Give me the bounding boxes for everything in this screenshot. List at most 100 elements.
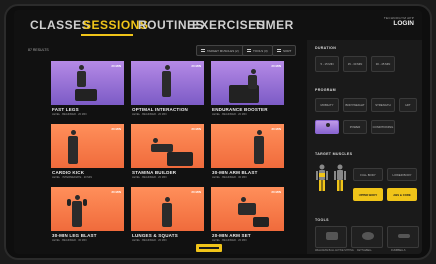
target-chip-selected[interactable]: UPPER BODY [353,188,383,201]
session-meta: LEVEL · BEGINNER · 30 MIN [52,239,87,242]
session-meta: LEVEL · BEGINNER · 20 MIN [212,113,247,116]
duration-chip[interactable]: 5 - 15 MIN [315,56,339,72]
session-duration: 20 MIN [271,190,281,194]
target-chip[interactable]: FULL BODY [353,168,383,181]
session-thumbnail: 20 MIN [131,124,204,168]
filter-panel: DURATION 5 - 15 MIN 15 - 30 MIN 30 - 45 … [307,40,422,254]
tool-caption: KETTLEBELL [357,249,372,252]
session-thumbnail: 30 MIN [211,124,284,168]
session-meta: LEVEL · BEGINNER · 30 MIN [212,176,247,179]
session-thumbnail: 20 MIN [211,61,284,105]
athlete-figure [257,130,262,135]
athlete-figure [151,144,173,152]
session-duration: 20 MIN [111,127,121,131]
session-card[interactable]: 20 MIN CARDIO KICK LEVEL · INTERMEDIATE … [51,124,124,184]
tab-timer[interactable]: TIMER [254,18,294,32]
tool-dumbbells[interactable] [387,226,419,248]
athlete-figure [77,71,86,87]
athlete-figure [75,195,80,200]
program-chip[interactable]: BODYWEIGHT [343,98,367,112]
athlete-figure [326,123,330,127]
session-title: STAMINA BUILDER [132,170,177,175]
session-card[interactable]: 20 MIN FAST LEGS LEVEL · BEGINNER · 20 M… [51,61,124,121]
duration-heading: DURATION [315,46,337,50]
tools-filter-label: TOOLS (3) [253,48,268,53]
target-chip-selected[interactable]: ABS & CORE [387,188,417,201]
session-meta: LEVEL · BEGINNER · 20 MIN [212,239,247,242]
dumbbell-prop [83,199,87,206]
program-chip[interactable]: STRENGTH [371,98,395,112]
login-area[interactable]: TECHNOGYM APP LOGIN [384,16,414,27]
tools-heading: TOOLS [315,218,329,222]
top-nav: CLASSES SESSIONS ROUTINES EXERCISES TIME… [14,10,422,40]
results-toolbar: 87 RESULTS TARGET MUSCLES (2) TOOLS (3) … [28,44,298,58]
athlete-figure [251,69,256,74]
kettlebell-icon [362,232,374,240]
dumbbell-prop [67,199,71,206]
ball-icon [326,232,338,240]
session-card[interactable]: 20 MIN ENDURANCE BOOSTER LEVEL · BEGINNE… [211,61,284,121]
dumbbell-icon [398,234,410,238]
athlete-figure [241,197,246,202]
program-chip[interactable]: HIIT [399,98,417,112]
duration-chip[interactable]: 30 - 45 MIN [371,56,395,72]
session-card[interactable]: 30 MIN 30-MIN ARM BLAST LEVEL · BEGINNER… [211,124,284,184]
session-duration: 20 MIN [271,64,281,68]
session-title: LUNGES & SQUATS [132,233,178,238]
login-button[interactable]: LOGIN [384,20,414,27]
muscle-front-figure [316,164,328,191]
session-thumbnail: 20 MIN [51,61,124,105]
program-chip[interactable]: MOBILITY [315,98,339,112]
session-title: OPTIMAL INTERACTION [132,107,188,112]
session-title: 30-MIN LEG BLAST [52,233,97,238]
bench-prop [253,217,269,227]
session-thumbnail: 30 MIN [51,187,124,231]
session-duration: 20 MIN [191,64,201,68]
session-card[interactable]: 20 MIN 20-MIN ARM SET LEVEL · BEGINNER ·… [211,187,284,247]
active-tab-underline [81,34,133,36]
tool-caption: WELLNESS BALL ACTIVE SITTING [315,249,354,252]
tab-classes[interactable]: CLASSES [30,18,90,32]
session-meta: LEVEL · BEGINNER · 20 MIN [132,176,167,179]
session-thumbnail: 20 MIN [131,61,204,105]
session-card[interactable]: 20 MIN OPTIMAL INTERACTION LEVEL · BEGIN… [131,61,204,121]
tool-wellness-ball[interactable] [315,226,347,248]
athlete-figure [165,197,170,202]
filter-icon [201,49,205,52]
sort-button[interactable]: SORT [272,45,297,56]
athlete-figure [153,138,158,143]
duration-chip[interactable]: 15 - 30 MIN [343,56,367,72]
sort-label: SORT [283,48,292,53]
tool-caption: DUMBBELLS [391,249,406,252]
plyo-box [75,89,97,101]
tools-filter-button[interactable]: TOOLS (3) [242,45,273,56]
athlete-figure [165,65,170,70]
session-title: CARDIO KICK [52,170,85,175]
program-chip[interactable]: CONDITIONING [371,120,395,134]
program-chip-selected[interactable] [315,120,339,134]
session-title: ENDURANCE BOOSTER [212,107,268,112]
target-muscles-filter-button[interactable]: TARGET MUSCLES (2) [196,45,244,56]
sort-icon [277,49,281,52]
muscle-back-figure [334,164,346,191]
athlete-figure [68,136,78,164]
session-thumbnail: 20 MIN [51,124,124,168]
athlete-figure [72,201,82,227]
bench-prop [167,152,193,166]
athlete-figure [162,203,172,227]
filter-icon [247,49,251,52]
session-meta: LEVEL · INTERMEDIATE · 20 MIN [52,176,93,179]
session-card[interactable]: 30 MIN 30-MIN LEG BLAST LEVEL · BEGINNER… [51,187,124,247]
session-meta: LEVEL · BEGINNER · 20 MIN [52,113,87,116]
session-card[interactable]: 20 MIN LUNGES & SQUATS LEVEL · BEGINNER … [131,187,204,247]
session-card[interactable]: 20 MIN STAMINA BUILDER LEVEL · BEGINNER … [131,124,204,184]
athlete-figure [248,75,257,89]
program-chip[interactable]: POWER [343,120,367,134]
tool-kettlebell[interactable] [351,226,383,248]
program-heading: PROGRAM [315,88,336,92]
session-duration: 20 MIN [111,64,121,68]
target-muscles-filter-label: TARGET MUSCLES (2) [207,48,239,53]
athlete-figure [238,203,256,215]
results-count: 87 RESULTS [28,48,49,52]
target-chip[interactable]: LOWER BODY [387,168,417,181]
